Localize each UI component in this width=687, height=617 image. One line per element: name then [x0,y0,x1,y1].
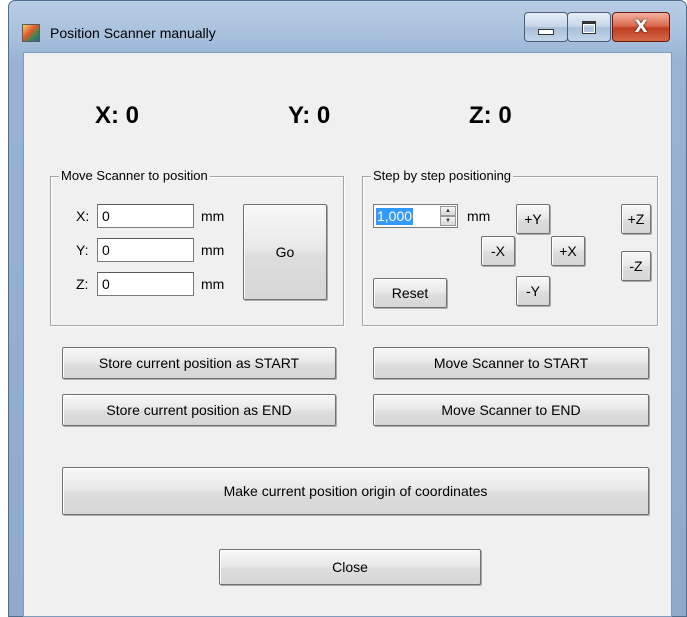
app-icon[interactable] [22,24,40,42]
close-button[interactable]: Close [219,549,481,585]
move-to-end-button[interactable]: Move Scanner to END [373,394,649,426]
x-unit-label: mm [201,208,225,224]
plus-y-button[interactable]: +Y [516,204,550,234]
plus-x-button[interactable]: +X [551,236,585,266]
window-title: Position Scanner manually [50,25,216,41]
minus-y-button[interactable]: -Y [516,276,550,306]
go-button[interactable]: Go [243,204,327,300]
minimize-icon [538,29,554,35]
step-size-spinner[interactable]: 1,000 ▲ ▼ [373,204,458,228]
spin-up-arrow-icon[interactable]: ▲ [440,206,456,216]
y-unit-label: mm [201,242,225,258]
y-position-readout: Y: 0 [288,102,331,129]
step-positioning-group-legend: Step by step positioning [371,168,514,183]
spinner-buttons: ▲ ▼ [440,206,456,226]
minus-x-button[interactable]: -X [481,236,515,266]
make-origin-button[interactable]: Make current position origin of coordina… [62,467,649,515]
minimize-button[interactable] [524,12,568,42]
y-position-input[interactable]: 0 [97,238,194,262]
close-icon: X [634,17,648,37]
x-position-input[interactable]: 0 [97,204,194,228]
x-label: X: [76,208,90,224]
spin-down-arrow-icon[interactable]: ▼ [440,216,456,226]
z-position-readout: Z: 0 [469,102,512,129]
x-position-readout: X: 0 [95,102,140,129]
plus-z-button[interactable]: +Z [621,204,651,234]
z-unit-label: mm [201,276,225,292]
reset-button[interactable]: Reset [373,278,447,308]
dialog-client-area [23,52,672,617]
z-position-input[interactable]: 0 [97,272,194,296]
step-unit-label: mm [467,208,491,224]
move-scanner-group-legend: Move Scanner to position [59,168,210,183]
z-label: Z: [76,276,89,292]
step-size-value[interactable]: 1,000 [376,208,414,225]
close-window-button[interactable]: X [612,12,670,42]
maximize-icon [582,20,596,34]
y-label: Y: [76,242,89,258]
minus-z-button[interactable]: -Z [621,251,651,281]
maximize-button[interactable] [567,12,611,42]
store-start-button[interactable]: Store current position as START [62,347,336,379]
move-to-start-button[interactable]: Move Scanner to START [373,347,649,379]
store-end-button[interactable]: Store current position as END [62,394,336,426]
